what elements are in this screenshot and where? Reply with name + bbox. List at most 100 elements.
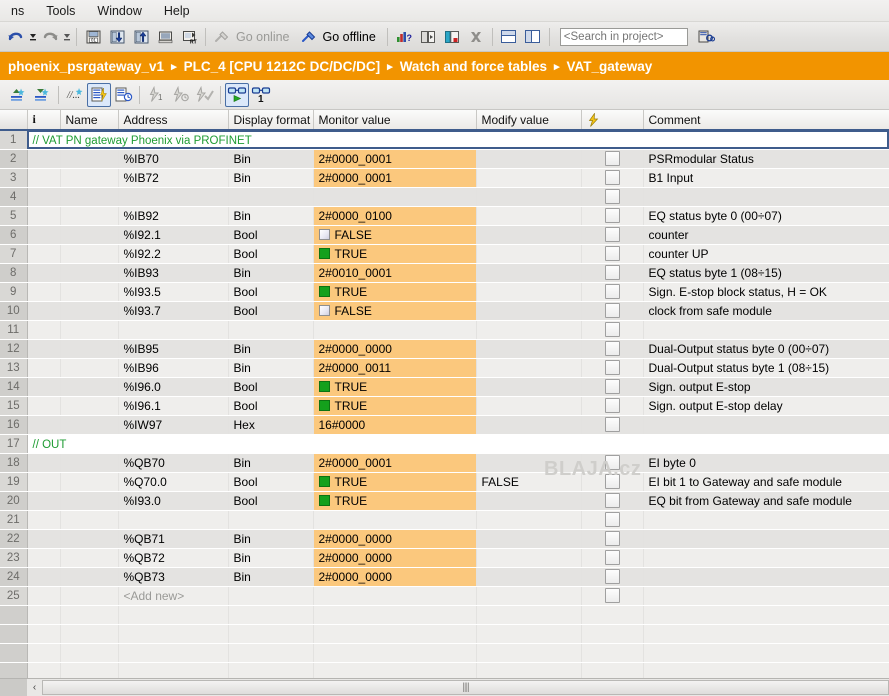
cell-modify-value[interactable] bbox=[476, 225, 582, 245]
cell-force[interactable] bbox=[581, 187, 644, 207]
cell-address[interactable]: %I96.1 bbox=[118, 396, 229, 416]
cell-monitor-value[interactable]: 2#0000_0000 bbox=[313, 548, 477, 568]
cell-name[interactable] bbox=[60, 339, 119, 359]
cell-address[interactable]: %I96.0 bbox=[118, 377, 229, 397]
cell-display-format[interactable]: Bool bbox=[228, 301, 314, 321]
go-online-label[interactable]: Go online bbox=[234, 30, 297, 44]
force-checkbox[interactable] bbox=[604, 588, 620, 604]
force-checkbox[interactable] bbox=[604, 265, 620, 281]
cell-name[interactable] bbox=[60, 244, 119, 264]
cell-info[interactable] bbox=[27, 168, 61, 188]
menu-item-options[interactable]: ns bbox=[0, 2, 35, 20]
cell-comment[interactable] bbox=[643, 510, 889, 530]
force-checkbox[interactable] bbox=[604, 170, 620, 186]
split-vertical-icon[interactable] bbox=[521, 25, 545, 49]
online-diagnostics-icon[interactable]: ? bbox=[392, 25, 416, 49]
cell-address[interactable] bbox=[118, 187, 229, 207]
table-row[interactable]: 7 %I92.2 Bool TRUE counter UP bbox=[0, 244, 889, 264]
col-header-monitor-value[interactable]: Monitor value bbox=[313, 110, 477, 131]
table-row[interactable]: 10 %I93.7 Bool FALSE clock from safe module bbox=[0, 301, 889, 321]
cell-monitor-value[interactable]: TRUE bbox=[313, 396, 477, 416]
table-row[interactable]: 23 %QB72 Bin 2#0000_0000 bbox=[0, 548, 889, 568]
table-row[interactable]: 11 bbox=[0, 320, 889, 340]
cell-force[interactable] bbox=[581, 529, 644, 549]
menu-item-help[interactable]: Help bbox=[153, 2, 201, 20]
row-number[interactable]: 17 bbox=[0, 434, 28, 454]
cell-modify-value[interactable] bbox=[476, 168, 582, 188]
cell-address[interactable]: %QB70 bbox=[118, 453, 229, 473]
cell-name[interactable] bbox=[60, 282, 119, 302]
cell-address[interactable]: %Q70.0 bbox=[118, 472, 229, 492]
cell-comment[interactable] bbox=[643, 529, 889, 549]
cell-display-format[interactable]: Bool bbox=[228, 225, 314, 245]
stop-cpu-icon[interactable] bbox=[440, 25, 464, 49]
scroll-left-arrow-icon[interactable]: ‹ bbox=[27, 679, 42, 696]
cell-display-format[interactable]: Bool bbox=[228, 472, 314, 492]
cell-modify-value[interactable] bbox=[476, 415, 582, 435]
cell-monitor-value[interactable]: 2#0000_0011 bbox=[313, 358, 477, 378]
breadcrumb-folder[interactable]: Watch and force tables bbox=[400, 59, 547, 74]
row-number[interactable]: 3 bbox=[0, 168, 28, 188]
table-row[interactable]: 12 %IB95 Bin 2#0000_0000 Dual-Output status … bbox=[0, 339, 889, 359]
cell-display-format[interactable]: Bin bbox=[228, 149, 314, 169]
cell-display-format[interactable] bbox=[228, 586, 314, 606]
cell-comment[interactable]: EQ status byte 0 (00÷07) bbox=[643, 206, 889, 226]
cell-modify-value[interactable] bbox=[476, 187, 582, 207]
menu-item-window[interactable]: Window bbox=[86, 2, 152, 20]
table-row[interactable]: 8 %IB93 Bin 2#0010_0001 EQ status byte 1 (08… bbox=[0, 263, 889, 283]
cell-info[interactable] bbox=[27, 453, 61, 473]
breadcrumb-plc[interactable]: PLC_4 [CPU 1212C DC/DC/DC] bbox=[184, 59, 381, 74]
cell-monitor-value[interactable] bbox=[313, 586, 477, 606]
start-simulation-icon[interactable] bbox=[153, 25, 177, 49]
row-number[interactable]: 12 bbox=[0, 339, 28, 359]
cell-display-format[interactable]: Bin bbox=[228, 529, 314, 549]
cell-force[interactable] bbox=[581, 548, 644, 568]
cell-info[interactable] bbox=[27, 339, 61, 359]
cell-modify-value[interactable] bbox=[476, 529, 582, 549]
col-header-name[interactable]: Name bbox=[60, 110, 119, 131]
cell-name[interactable] bbox=[60, 149, 119, 169]
row-number[interactable]: 25 bbox=[0, 586, 28, 606]
cell-force[interactable] bbox=[581, 396, 644, 416]
cell-address[interactable]: %I92.1 bbox=[118, 225, 229, 245]
cell-address[interactable]: %I92.2 bbox=[118, 244, 229, 264]
cell-modify-value[interactable] bbox=[476, 567, 582, 587]
table-row[interactable]: 21 bbox=[0, 510, 889, 530]
cell-monitor-value[interactable]: 2#0000_0100 bbox=[313, 206, 477, 226]
cell-modify-value[interactable] bbox=[476, 586, 582, 606]
cell-address[interactable]: %QB71 bbox=[118, 529, 229, 549]
cell-name[interactable] bbox=[60, 168, 119, 188]
row-number[interactable]: 11 bbox=[0, 320, 28, 340]
cell-display-format[interactable]: Bin bbox=[228, 168, 314, 188]
cell-name[interactable] bbox=[60, 510, 119, 530]
cell-display-format[interactable]: Bin bbox=[228, 206, 314, 226]
cell-info[interactable] bbox=[27, 586, 61, 606]
save-project-icon[interactable]: 01 bbox=[81, 25, 105, 49]
cell-address[interactable]: %QB72 bbox=[118, 548, 229, 568]
cell-display-format[interactable]: Bool bbox=[228, 377, 314, 397]
cell-display-format[interactable]: Bin bbox=[228, 548, 314, 568]
cell-name[interactable] bbox=[60, 320, 119, 340]
redo-button[interactable] bbox=[38, 25, 62, 49]
cell-name[interactable] bbox=[60, 453, 119, 473]
row-number[interactable]: 2 bbox=[0, 149, 28, 169]
cell-modify-value[interactable] bbox=[476, 301, 582, 321]
cell-force[interactable] bbox=[581, 263, 644, 283]
search-in-project-icon[interactable] bbox=[694, 25, 718, 49]
row-number[interactable]: 16 bbox=[0, 415, 28, 435]
cell-name[interactable] bbox=[60, 548, 119, 568]
cell-modify-value[interactable] bbox=[476, 149, 582, 169]
row-number[interactable]: 21 bbox=[0, 510, 28, 530]
table-row[interactable]: 22 %QB71 Bin 2#0000_0000 bbox=[0, 529, 889, 549]
cell-address[interactable]: %I93.5 bbox=[118, 282, 229, 302]
table-row[interactable]: 5 %IB92 Bin 2#0000_0100 EQ status byte 0 (00… bbox=[0, 206, 889, 226]
cell-comment[interactable]: counter UP bbox=[643, 244, 889, 264]
cell-force[interactable] bbox=[581, 149, 644, 169]
cell-comment[interactable]: PSRmodular Status bbox=[643, 149, 889, 169]
cell-modify-value[interactable] bbox=[476, 510, 582, 530]
force-checkbox[interactable] bbox=[604, 474, 620, 490]
cell-modify-value[interactable] bbox=[476, 282, 582, 302]
table-row[interactable]: 3 %IB72 Bin 2#0000_0001 B1 Input bbox=[0, 168, 889, 188]
cell-modify-value[interactable] bbox=[476, 491, 582, 511]
cell-comment[interactable]: Sign. E-stop block status, H = OK bbox=[643, 282, 889, 302]
